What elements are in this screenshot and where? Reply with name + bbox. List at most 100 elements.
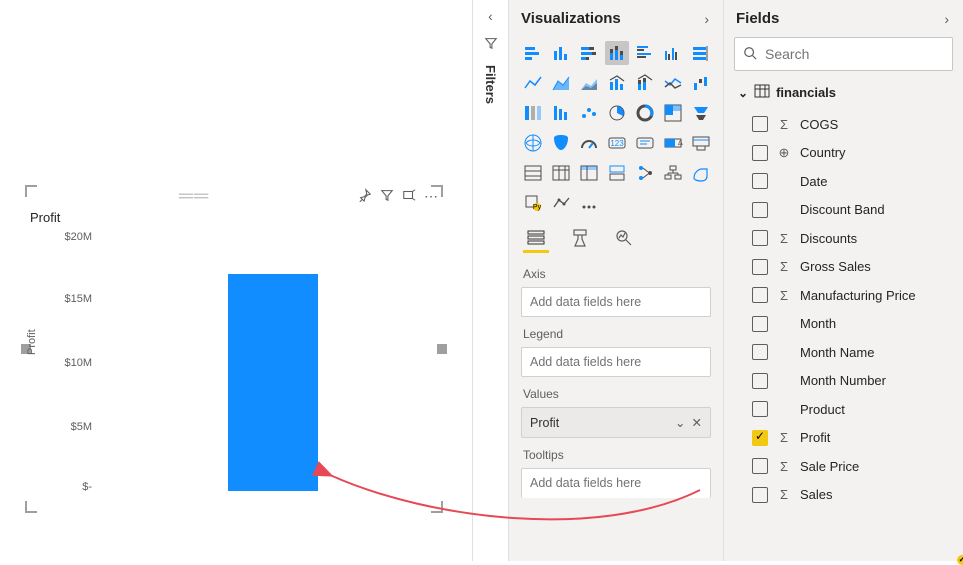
viz-type-icon[interactable] (549, 101, 573, 125)
field-row[interactable]: Discount Band (752, 196, 957, 225)
pin-icon[interactable] (358, 188, 372, 205)
viz-type-icon[interactable] (521, 131, 545, 155)
focus-mode-icon[interactable] (402, 188, 416, 205)
report-canvas[interactable]: ══ ⋯ Profit Profit $ (0, 0, 472, 561)
viz-type-icon[interactable] (661, 41, 685, 65)
field-row[interactable]: ΣSale Price (752, 452, 957, 481)
funnel-icon[interactable] (484, 36, 498, 53)
format-tab-button[interactable] (567, 225, 593, 253)
fields-tab-button[interactable] (523, 225, 549, 253)
viz-type-icon[interactable] (577, 41, 601, 65)
viz-type-icon[interactable]: Py (521, 191, 545, 215)
field-row[interactable]: Product (752, 395, 957, 424)
field-checkbox[interactable] (752, 430, 768, 446)
viz-type-icon[interactable] (521, 101, 545, 125)
field-name-label: Country (800, 145, 957, 160)
analytics-tab-button[interactable] (611, 225, 637, 253)
field-checkbox[interactable] (752, 116, 768, 132)
viz-type-icon[interactable] (549, 41, 573, 65)
field-checkbox[interactable] (752, 458, 768, 474)
field-checkbox[interactable] (752, 145, 768, 161)
chevron-right-icon[interactable]: › (944, 11, 949, 27)
viz-type-icon[interactable]: Δ (661, 131, 685, 155)
field-checkbox[interactable] (752, 230, 768, 246)
viz-type-icon[interactable] (689, 161, 713, 185)
field-row[interactable]: ΣDiscounts (752, 224, 957, 253)
fields-search-input[interactable] (765, 46, 944, 62)
drag-grip-icon[interactable]: ══ (30, 193, 358, 199)
y-tick: $- (52, 481, 92, 493)
field-row[interactable]: ΣManufacturing Price (752, 281, 957, 310)
viz-type-icon[interactable] (605, 41, 629, 65)
chart-visual[interactable]: ══ ⋯ Profit Profit $ (25, 185, 443, 513)
viz-type-icon[interactable] (549, 161, 573, 185)
field-row[interactable]: Month Number (752, 367, 957, 396)
field-row[interactable]: Date (752, 167, 957, 196)
filter-icon[interactable] (380, 188, 394, 205)
field-name-label: Date (800, 174, 957, 189)
viz-type-icon[interactable] (661, 71, 685, 95)
field-row[interactable]: ΣProfit (752, 424, 957, 453)
field-checkbox[interactable] (752, 487, 768, 503)
viz-type-icon[interactable] (689, 131, 713, 155)
viz-type-icon[interactable] (549, 191, 573, 215)
field-checkbox[interactable] (752, 401, 768, 417)
viz-type-icon[interactable] (661, 101, 685, 125)
values-well-item[interactable]: Profit (530, 416, 559, 430)
field-checkbox[interactable] (752, 173, 768, 189)
viz-type-icon[interactable] (577, 131, 601, 155)
tooltips-well[interactable]: Add data fields here (521, 468, 711, 498)
viz-type-icon[interactable] (577, 71, 601, 95)
y-tick: $15M (52, 293, 92, 305)
viz-type-icon[interactable] (661, 161, 685, 185)
axis-well[interactable]: Add data fields here (521, 287, 711, 317)
viz-type-icon[interactable] (689, 101, 713, 125)
field-row[interactable]: ΣSales (752, 481, 957, 510)
viz-type-icon[interactable] (605, 161, 629, 185)
viz-type-icon[interactable] (605, 101, 629, 125)
remove-field-icon[interactable]: ✕ (692, 415, 702, 430)
viz-type-icon[interactable] (549, 71, 573, 95)
viz-type-icon[interactable] (577, 101, 601, 125)
viz-type-icon[interactable] (605, 71, 629, 95)
filters-pane-collapsed[interactable]: ‹ Filters (472, 0, 508, 561)
values-well[interactable]: Profit ⌄ ✕ (521, 407, 711, 438)
fields-search[interactable] (734, 37, 953, 71)
viz-type-icon[interactable] (633, 131, 657, 155)
legend-well[interactable]: Add data fields here (521, 347, 711, 377)
viz-type-icon[interactable]: 123 (605, 131, 629, 155)
field-row[interactable]: ⊕Country (752, 139, 957, 168)
field-row[interactable]: ΣCOGS (752, 110, 957, 139)
viz-type-icon[interactable] (633, 161, 657, 185)
chart-bar[interactable] (228, 274, 318, 491)
viz-type-icon[interactable] (577, 191, 601, 215)
viz-type-icon[interactable] (633, 41, 657, 65)
field-name-label: Manufacturing Price (800, 288, 957, 303)
field-row[interactable]: Month (752, 310, 957, 339)
chevron-left-icon[interactable]: ‹ (488, 8, 493, 24)
field-checkbox[interactable] (752, 202, 768, 218)
field-checkbox[interactable] (752, 344, 768, 360)
viz-type-icon[interactable] (577, 161, 601, 185)
chevron-right-icon[interactable]: › (704, 11, 709, 27)
field-row[interactable]: Month Name (752, 338, 957, 367)
viz-type-icon[interactable] (689, 71, 713, 95)
viz-type-icon[interactable] (521, 161, 545, 185)
sigma-icon: Σ (776, 231, 792, 246)
field-checkbox[interactable] (752, 316, 768, 332)
field-checkbox[interactable] (752, 373, 768, 389)
chevron-down-icon[interactable]: ⌄ (738, 86, 748, 100)
viz-type-icon[interactable] (689, 41, 713, 65)
field-checkbox[interactable] (752, 259, 768, 275)
field-name-label: Discount Band (800, 202, 957, 217)
chevron-down-icon[interactable]: ⌄ (675, 415, 685, 430)
field-row[interactable]: ΣGross Sales (752, 253, 957, 282)
viz-type-icon[interactable] (633, 101, 657, 125)
viz-type-icon[interactable] (521, 71, 545, 95)
field-name-label: Month Name (800, 345, 957, 360)
viz-type-icon[interactable] (521, 41, 545, 65)
table-node[interactable]: ⌄ ✓ financials (724, 79, 963, 110)
viz-type-icon[interactable] (633, 71, 657, 95)
field-checkbox[interactable] (752, 287, 768, 303)
viz-type-icon[interactable] (549, 131, 573, 155)
